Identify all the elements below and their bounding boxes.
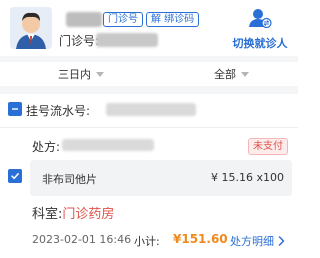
department-label: 科室: xyxy=(32,207,63,222)
avatar xyxy=(10,7,52,49)
filter-bar: 三日内 全部 xyxy=(0,62,298,86)
scope-dropdown[interactable]: 全部 xyxy=(214,66,249,82)
patient-header: 门诊号 解 绑诊码 门诊号: 切换就诊人 xyxy=(0,0,298,62)
clinic-number-tag: 门诊号 xyxy=(103,12,143,27)
prescription-number-redacted xyxy=(62,139,154,151)
check-icon xyxy=(11,173,19,180)
switch-patient-button[interactable]: 切换就诊人 xyxy=(226,8,294,50)
time-range-dropdown[interactable]: 三日内 xyxy=(58,66,104,82)
prescription-detail-label: 处方明细 xyxy=(230,235,274,248)
subtotal-label: 小计: xyxy=(134,235,160,248)
section-gap xyxy=(0,86,298,94)
payment-status-badge: 未支付 xyxy=(248,138,288,155)
time-range-value: 三日内 xyxy=(58,68,91,81)
clinic-card-label: 门诊号: xyxy=(59,34,100,48)
prescription-label: 处方: xyxy=(32,140,61,154)
scope-value: 全部 xyxy=(214,68,236,81)
clinic-card-number-redacted xyxy=(96,33,158,47)
department-row: 科室:门诊药房 xyxy=(32,203,114,222)
registration-select-all-checkbox[interactable] xyxy=(8,102,22,116)
caret-down-icon xyxy=(96,71,104,77)
caret-down-icon xyxy=(241,71,249,77)
drug-name: 非布司他片 xyxy=(42,173,97,186)
prescription-detail-link[interactable]: 处方明细 xyxy=(230,233,285,249)
chevron-right-icon xyxy=(278,236,285,246)
binding-code-tag-label: 解 绑诊码 xyxy=(151,14,195,25)
switch-patient-label: 切换就诊人 xyxy=(232,37,288,50)
registration-serial-redacted xyxy=(106,103,196,116)
switch-patient-icon xyxy=(248,8,272,32)
prescription-header: 处方: 未支付 xyxy=(0,128,298,158)
prescription-footer: 2023-02-01 16:46 小计: ¥151.60 处方明细 xyxy=(0,228,298,254)
patient-name-redacted xyxy=(66,12,102,27)
department-value: 门诊药房 xyxy=(62,207,115,222)
minus-icon xyxy=(12,108,18,110)
binding-code-tag[interactable]: 解 绑诊码 xyxy=(146,12,200,27)
prescription-item-checkbox[interactable] xyxy=(8,169,22,183)
subtotal-value: ¥151.60 xyxy=(173,232,228,246)
prescription-item: 非布司他片 ¥ 15.16 x100 xyxy=(30,160,292,196)
clinic-number-tag-label: 门诊号 xyxy=(108,14,138,25)
registration-serial-label: 挂号流水号: xyxy=(26,104,91,118)
prescription-datetime: 2023-02-01 16:46 xyxy=(32,233,132,246)
drug-price-quantity: ¥ 15.16 x100 xyxy=(211,171,284,184)
registration-row: 挂号流水号: xyxy=(0,94,298,128)
